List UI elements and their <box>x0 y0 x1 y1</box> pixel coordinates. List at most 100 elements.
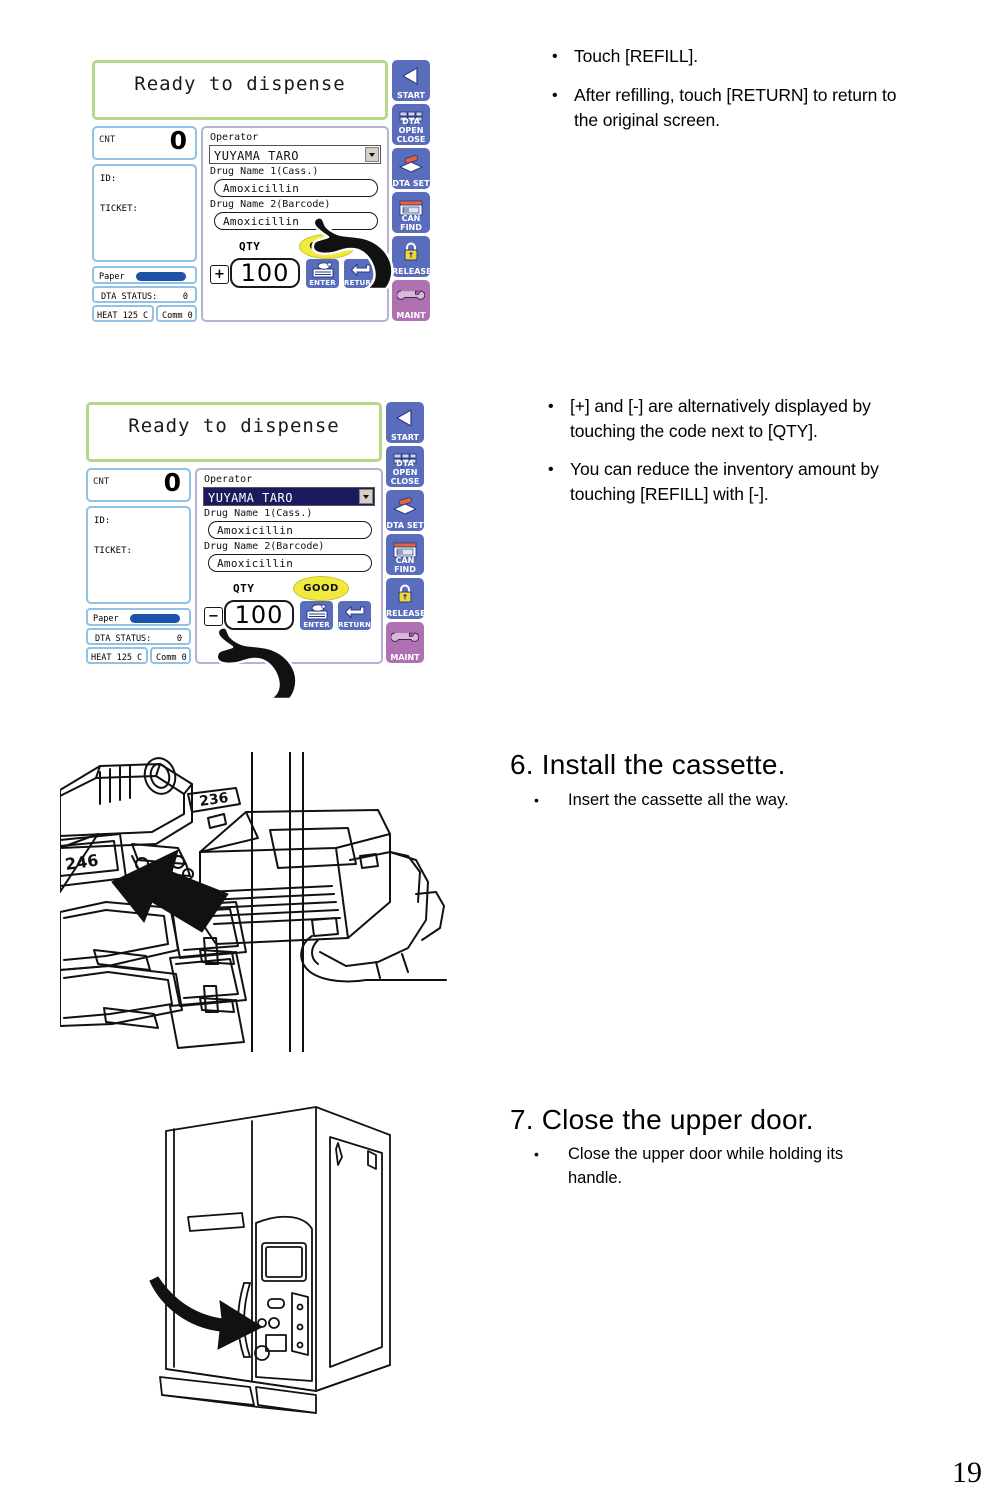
enter-button[interactable]: ENTER <box>300 601 333 630</box>
sidebar-button-release[interactable]: RELEASE <box>392 236 430 277</box>
dta-status-label: DTA STATUS: <box>95 633 152 644</box>
paper-status-box: Paper <box>86 608 191 626</box>
screen-inner-panel: Ready to dispense CNT 0 ID: TICKET: Pape… <box>82 400 424 668</box>
drug-name-2-field[interactable]: Amoxicillin <box>214 212 378 230</box>
comm-label: Comm 0 <box>156 652 187 663</box>
paper-level-bar <box>136 272 186 281</box>
qty-sign-toggle-button[interactable]: + <box>210 265 229 284</box>
list-item: • Touch [REFILL]. <box>552 44 952 70</box>
drug-name-2-field[interactable]: Amoxicillin <box>208 554 372 572</box>
machine-screen-refill-plus: Ready to dispense CNT 0 ID: TICKET: Pape… <box>88 58 432 326</box>
sidebar-label-release: RELEASE <box>386 609 424 618</box>
heat-label: HEAT 125 C <box>97 310 149 321</box>
dta-status-value: 0 <box>176 633 182 644</box>
return-button-label: RETURN <box>338 621 372 629</box>
bullet-icon: • <box>534 1146 539 1162</box>
operator-label: Operator <box>210 132 259 143</box>
upper-door-close-illustration <box>149 1106 391 1414</box>
id-ticket-box: ID: TICKET: <box>86 506 191 604</box>
left-triangle-icon <box>392 63 430 88</box>
sidebar-label-can-find: CAN FIND <box>400 214 422 232</box>
heat-status-box: HEAT 125 C <box>92 305 154 322</box>
status-message-text: Ready to dispense <box>134 73 346 95</box>
form-panel: Operator YUYAMA TARO Drug Name 1(Cass.) … <box>201 126 389 322</box>
return-button[interactable]: RETURN <box>338 601 371 630</box>
step-7-heading: 7. Close the upper door. <box>510 1103 814 1137</box>
drug-name-1-field[interactable]: Amoxicillin <box>208 521 372 539</box>
sidebar-label-dta-set: DTA SET <box>392 179 430 188</box>
status-left-column: CNT 0 ID: TICKET: Paper DTA STATUS: 0 HE… <box>86 468 191 664</box>
operator-dropdown[interactable]: YUYAMA TARO <box>209 145 381 164</box>
return-arrow-icon <box>344 261 377 278</box>
instruction-block-plus-minus: • [+] and [-] are alternatively displaye… <box>548 394 968 520</box>
qty-sign-toggle-button[interactable]: − <box>204 607 223 626</box>
screen-sidebar: START DTA OPEN CLOSE DTA SET CAN FIND RE… <box>392 60 432 324</box>
dta-status-box: DTA STATUS: 0 <box>86 628 191 645</box>
status-left-column: CNT 0 ID: TICKET: Paper DTA STATUS: 0 HE… <box>92 126 197 322</box>
sidebar-button-dta-open-close[interactable]: DTA OPEN CLOSE <box>386 446 424 487</box>
sidebar-button-can-find[interactable]: CAN FIND <box>386 534 424 575</box>
sidebar-button-dta-set[interactable]: DTA SET <box>392 148 430 189</box>
insertion-arrow-icon <box>111 849 229 933</box>
qty-value-field[interactable]: 100 <box>230 258 300 288</box>
left-triangle-icon <box>386 405 424 430</box>
enter-button[interactable]: ENTER <box>306 259 339 288</box>
list-item: • After refilling, touch [RETURN] to ret… <box>552 83 952 133</box>
dta-status-label: DTA STATUS: <box>101 291 158 302</box>
id-label: ID: <box>94 516 111 526</box>
svg-text:246: 246 <box>64 850 100 873</box>
cnt-value: 0 <box>169 126 187 155</box>
paper-label: Paper <box>99 272 125 282</box>
sidebar-button-release[interactable]: RELEASE <box>386 578 424 619</box>
chevron-down-icon[interactable] <box>359 489 373 504</box>
good-status-badge: GOOD <box>299 234 355 259</box>
return-arrow-icon <box>338 603 371 620</box>
drug-name-2-label: Drug Name 2(Barcode) <box>204 541 325 552</box>
step-6-separator: . <box>525 749 534 780</box>
qty-value-field[interactable]: 100 <box>224 600 294 630</box>
return-button-label: RETURN <box>344 279 378 287</box>
instruction-text: Touch [REFILL]. <box>574 46 698 66</box>
cassette-insertion-illustration: 236 246 <box>60 752 447 1052</box>
instruction-block-refill: • Touch [REFILL]. • After refilling, tou… <box>552 44 952 146</box>
step-6-title: Install the cassette. <box>541 749 786 780</box>
sidebar-label-dta-set: DTA SET <box>386 521 424 530</box>
ticket-label: TICKET: <box>100 204 138 214</box>
return-button[interactable]: RETURN <box>344 259 377 288</box>
form-panel: Operator YUYAMA TARO Drug Name 1(Cass.) … <box>195 468 383 664</box>
step-6-heading: 6. Install the cassette. <box>510 748 786 782</box>
instruction-text: You can reduce the inventory amount by t… <box>570 459 879 504</box>
sidebar-button-start[interactable]: START <box>392 60 430 101</box>
status-message-box: Ready to dispense <box>92 60 388 120</box>
sidebar-label-release: RELEASE <box>392 267 430 276</box>
step-7-bullets: • Close the upper door while holding its… <box>534 1142 894 1194</box>
drug-name-1-value: Amoxicillin <box>217 524 294 537</box>
list-item: • Insert the cassette all the way. <box>534 788 954 812</box>
status-message-text: Ready to dispense <box>128 415 340 437</box>
sidebar-button-dta-open-close[interactable]: DTA OPEN CLOSE <box>392 104 430 145</box>
operator-dropdown[interactable]: YUYAMA TARO <box>203 487 375 506</box>
drug-name-1-field[interactable]: Amoxicillin <box>214 179 378 197</box>
sidebar-button-dta-set[interactable]: DTA SET <box>386 490 424 531</box>
cnt-label: CNT <box>93 477 110 487</box>
chevron-down-icon[interactable] <box>365 147 379 162</box>
paper-label: Paper <box>93 614 119 624</box>
cnt-label: CNT <box>99 135 116 145</box>
drug-name-2-label: Drug Name 2(Barcode) <box>210 199 331 210</box>
paper-level-bar <box>130 614 180 623</box>
comm-label: Comm 0 <box>162 310 193 321</box>
enter-icon <box>300 603 333 620</box>
paper-status-box: Paper <box>92 266 197 284</box>
sidebar-button-maint[interactable]: MAINT <box>386 622 424 663</box>
sidebar-button-start[interactable]: START <box>386 402 424 443</box>
sidebar-label-maint: MAINT <box>390 653 420 662</box>
bullet-icon: • <box>552 48 558 65</box>
sidebar-label-dta-open-close: DTA OPEN CLOSE <box>396 117 426 144</box>
sidebar-button-can-find[interactable]: CAN FIND <box>392 192 430 233</box>
bullet-icon: • <box>548 461 554 478</box>
bullet-icon: • <box>548 398 554 415</box>
operator-value: YUYAMA TARO <box>214 148 299 163</box>
dta-status-box: DTA STATUS: 0 <box>92 286 197 303</box>
sidebar-button-maint[interactable]: MAINT <box>392 280 430 321</box>
enter-button-label: ENTER <box>309 279 336 287</box>
